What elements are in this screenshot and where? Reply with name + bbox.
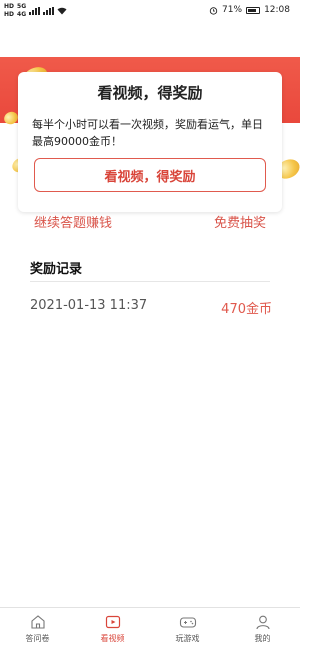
nav-item-profile[interactable]: 我的 <box>225 608 300 650</box>
wifi-icon <box>57 7 67 15</box>
battery-percent: 71% <box>222 5 243 15</box>
nav-label: 看视频 <box>100 634 125 643</box>
card-title: 看视频，得奖励 <box>97 84 203 102</box>
records-title: 奖励记录 <box>30 262 83 277</box>
signal-icon <box>29 7 41 15</box>
battery-icon <box>246 6 261 14</box>
network-label: HD <box>4 11 15 18</box>
reward-card: 看视频，得奖励 每半个小时可以看一次视频，奖励看运气，单日最高90000金币！ … <box>18 72 282 212</box>
record-amount: 470金币 <box>221 302 272 317</box>
video-icon <box>105 615 120 629</box>
nav-item-games[interactable]: 玩游戏 <box>150 608 225 650</box>
nav-item-questionnaire[interactable]: 答问卷 <box>0 608 75 650</box>
nav-label: 答问卷 <box>25 634 50 643</box>
status-right: 71% 12:08 <box>209 5 290 15</box>
divider <box>30 281 270 282</box>
record-time: 2021-01-13 11:37 <box>30 298 148 313</box>
bottom-nav: 答问卷 看视频 玩游戏 我的 <box>0 607 300 650</box>
nav-item-videos[interactable]: 看视频 <box>75 608 150 650</box>
continue-quiz-link[interactable]: 继续答题赚钱 <box>34 212 112 231</box>
signal-icon <box>43 7 55 15</box>
network-type: 5G <box>17 3 27 10</box>
watch-video-button[interactable]: 看视频，得奖励 <box>34 158 266 192</box>
home-icon <box>30 615 45 629</box>
nav-label: 玩游戏 <box>175 634 200 643</box>
status-left: HD HD 5G 4G <box>4 4 67 18</box>
status-bar: HD HD 5G 4G 71% 12:08 <box>0 0 300 24</box>
profile-icon <box>255 615 270 630</box>
nav-label: 我的 <box>254 634 271 643</box>
card-description: 每半个小时可以看一次视频，奖励看运气，单日最高90000金币！ <box>32 118 263 148</box>
network-type: 4G <box>17 11 27 18</box>
free-lottery-link[interactable]: 免费抽奖 <box>214 212 266 231</box>
gamepad-icon <box>179 617 196 628</box>
alarm-icon <box>209 6 218 15</box>
clock: 12:08 <box>264 5 290 15</box>
record-row: 2021-01-13 11:37 470金币 <box>30 298 272 318</box>
network-label: HD <box>4 3 15 10</box>
